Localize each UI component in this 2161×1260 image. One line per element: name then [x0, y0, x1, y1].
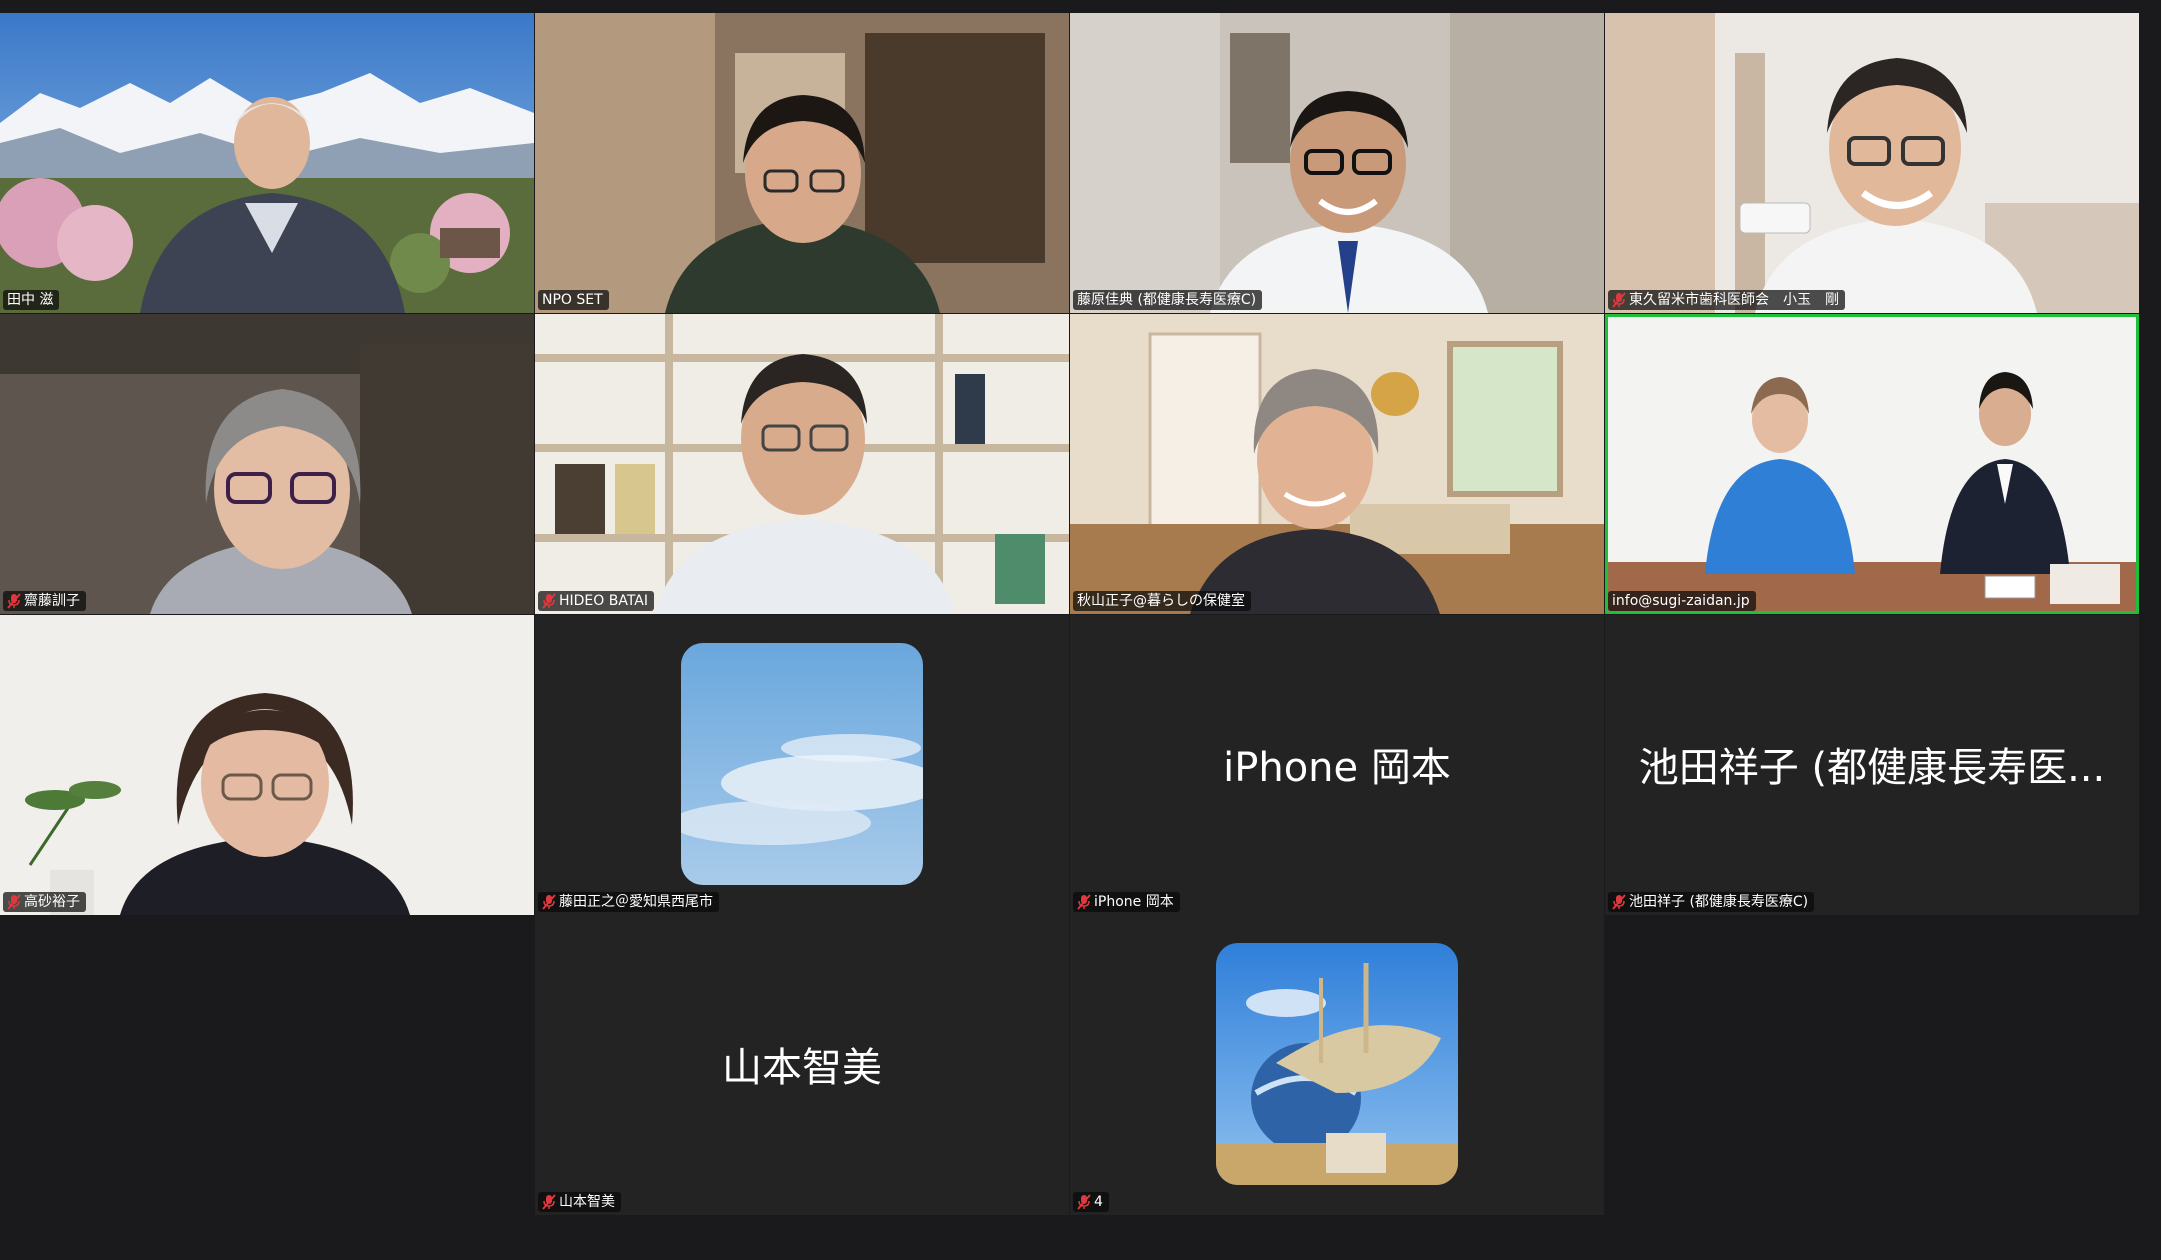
- participant-tile[interactable]: NPO SET: [535, 13, 1069, 313]
- participant-name: iPhone 岡本: [1094, 894, 1174, 910]
- participant-name: NPO SET: [542, 292, 603, 308]
- participant-name-tag: 池田祥子 (都健康長寿医療C): [1608, 892, 1815, 912]
- participant-display-name: 池田祥子 (都健康長寿医...: [1638, 745, 2106, 791]
- muted-mic-icon: [1077, 894, 1091, 910]
- participant-name-tag: info@sugi-zaidan.jp: [1608, 591, 1756, 611]
- participant-name: 藤原佳典 (都健康長寿医療C): [1077, 292, 1257, 308]
- participant-video: [1070, 314, 1604, 614]
- participant-name: 4: [1094, 1194, 1103, 1210]
- participant-display-name: 山本智美: [722, 1045, 882, 1091]
- muted-mic-icon: [542, 1194, 556, 1210]
- participant-tile[interactable]: iPhone 岡本 iPhone 岡本: [1070, 615, 1604, 915]
- muted-mic-icon: [7, 593, 21, 609]
- participant-name: 高砂裕子: [24, 894, 80, 910]
- sky-photo-avatar: [681, 643, 923, 885]
- participant-tile-active-speaker[interactable]: info@sugi-zaidan.jp: [1605, 314, 2139, 614]
- participant-video: [1070, 13, 1604, 313]
- participant-tile[interactable]: 齋藤訓子: [0, 314, 534, 614]
- participant-tile[interactable]: HIDEO BATAI: [535, 314, 1069, 614]
- participant-video: [1605, 13, 2139, 313]
- participant-video: [0, 615, 534, 915]
- participant-name: 東久留米市歯科医師会 小玉 剛: [1629, 292, 1839, 308]
- participant-name-tag: 高砂裕子: [3, 892, 86, 912]
- participant-name-tag: 山本智美: [538, 1192, 621, 1212]
- participant-tile[interactable]: 藤田正之＠愛知県西尾市: [535, 615, 1069, 915]
- participant-tile[interactable]: 4: [1070, 915, 1604, 1215]
- participant-tile[interactable]: 秋山正子@暮らしの保健室: [1070, 314, 1604, 614]
- participant-name: 田中 滋: [7, 292, 54, 308]
- participant-name-tag: 藤原佳典 (都健康長寿医療C): [1073, 290, 1263, 310]
- participant-name-tag: 東久留米市歯科医師会 小玉 剛: [1608, 290, 1845, 310]
- participant-display-name: iPhone 岡本: [1223, 745, 1451, 791]
- participant-name: 池田祥子 (都健康長寿医療C): [1629, 894, 1809, 910]
- participant-video: [0, 13, 534, 313]
- participant-tile[interactable]: 藤原佳典 (都健康長寿医療C): [1070, 13, 1604, 313]
- participant-tile[interactable]: 高砂裕子: [0, 615, 534, 915]
- participant-tile[interactable]: 山本智美 山本智美: [535, 915, 1069, 1215]
- participant-name-tag: iPhone 岡本: [1073, 892, 1180, 912]
- participant-name: 秋山正子@暮らしの保健室: [1077, 593, 1245, 609]
- participant-name: 藤田正之＠愛知県西尾市: [559, 894, 713, 910]
- gallery-view: 田中 滋 NPO SET 藤原佳典 (都健康長寿医療C) 東久留米市歯科医師会 …: [0, 0, 2161, 1260]
- participant-name-tag: 4: [1073, 1192, 1109, 1212]
- participant-video: [1608, 317, 2136, 611]
- participant-name: 山本智美: [559, 1194, 615, 1210]
- participant-video: [535, 13, 1069, 313]
- participant-tile[interactable]: 東久留米市歯科医師会 小玉 剛: [1605, 13, 2139, 313]
- participant-video: [535, 314, 1069, 614]
- participant-name-tag: 藤田正之＠愛知県西尾市: [538, 892, 719, 912]
- participant-name: info@sugi-zaidan.jp: [1612, 593, 1750, 609]
- muted-mic-icon: [1612, 894, 1626, 910]
- participant-tile[interactable]: 田中 滋: [0, 13, 534, 313]
- participant-name-tag: HIDEO BATAI: [538, 591, 655, 611]
- participant-name: HIDEO BATAI: [559, 593, 649, 609]
- muted-mic-icon: [542, 894, 556, 910]
- muted-mic-icon: [542, 593, 556, 609]
- muted-mic-icon: [1612, 292, 1626, 308]
- participant-name-tag: 齋藤訓子: [3, 591, 86, 611]
- participant-name-tag: 田中 滋: [3, 290, 60, 310]
- muted-mic-icon: [1077, 1194, 1091, 1210]
- participant-name-tag: 秋山正子@暮らしの保健室: [1073, 591, 1251, 611]
- muted-mic-icon: [7, 894, 21, 910]
- participant-video: [0, 314, 534, 614]
- participant-tile[interactable]: 池田祥子 (都健康長寿医... 池田祥子 (都健康長寿医療C): [1605, 615, 2139, 915]
- participant-name: 齋藤訓子: [24, 593, 80, 609]
- theme-park-photo-avatar: [1216, 943, 1458, 1185]
- participant-name-tag: NPO SET: [538, 290, 609, 310]
